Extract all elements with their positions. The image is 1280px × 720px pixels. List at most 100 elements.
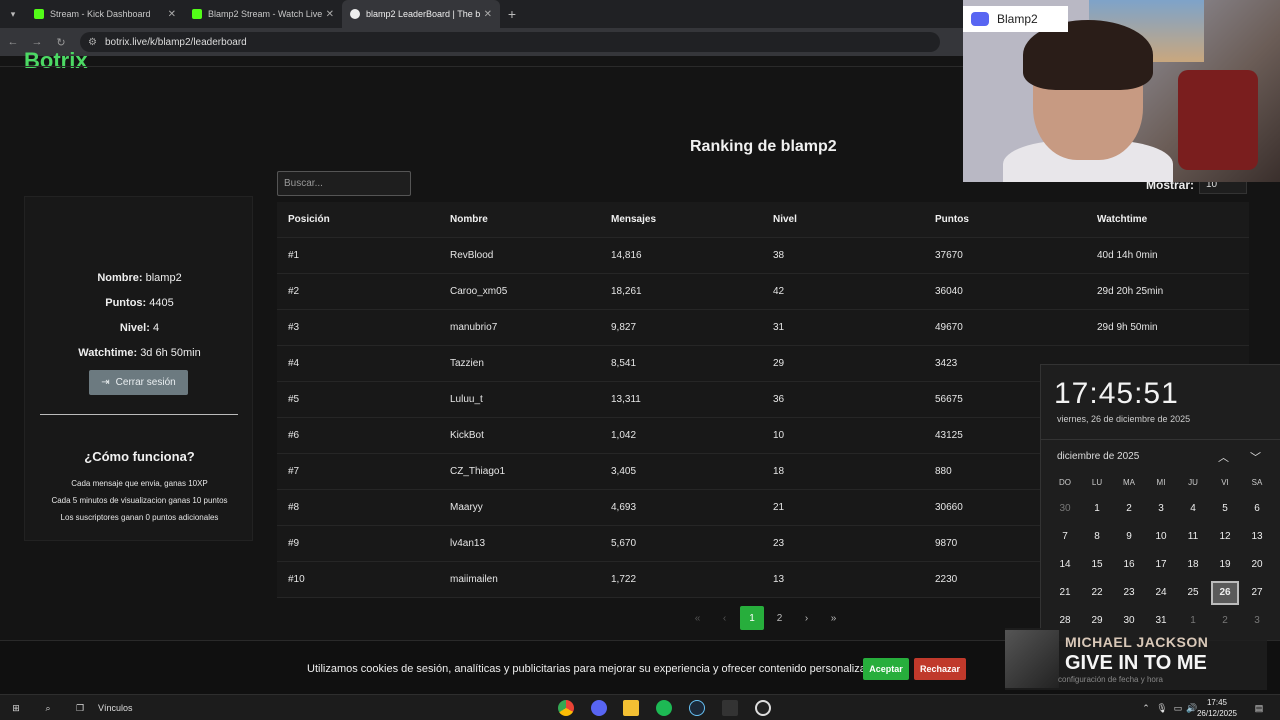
tab-search-icon[interactable]: ▾ <box>0 0 26 28</box>
discord-icon[interactable] <box>590 695 608 720</box>
prev-page-button[interactable]: ‹ <box>711 606 738 630</box>
header-position[interactable]: Posición <box>288 202 330 238</box>
calendar-day[interactable]: 20 <box>1241 553 1273 577</box>
close-icon[interactable]: ✕ <box>168 9 176 20</box>
calendar-day[interactable]: 27 <box>1241 581 1273 605</box>
tab-title: Stream - Kick Dashboard <box>50 9 151 19</box>
close-icon[interactable]: ✕ <box>326 9 334 20</box>
calendar-day[interactable]: 22 <box>1081 581 1113 605</box>
calendar-day[interactable]: 26 <box>1211 581 1239 605</box>
site-info-icon[interactable]: ⚙ <box>88 37 97 48</box>
search-icon[interactable]: ⌕ <box>38 695 58 720</box>
cell-messages: 13,311 <box>611 394 641 405</box>
links-toolbar[interactable]: Vínculos <box>98 695 133 720</box>
calendar-day[interactable]: 25 <box>1177 581 1209 605</box>
next-page-button[interactable]: › <box>793 606 820 630</box>
calendar-day[interactable]: 17 <box>1145 553 1177 577</box>
calendar-day[interactable]: 24 <box>1145 581 1177 605</box>
header-watchtime[interactable]: Watchtime <box>1097 202 1147 238</box>
close-icon[interactable]: ✕ <box>484 9 492 20</box>
forward-icon[interactable]: → <box>26 36 48 48</box>
calendar-day[interactable]: 30 <box>1049 497 1081 521</box>
calendar-day[interactable]: 3 <box>1145 497 1177 521</box>
calendar-day[interactable]: 5 <box>1209 497 1241 521</box>
calendar-day[interactable]: 18 <box>1177 553 1209 577</box>
calendar-day[interactable]: 9 <box>1113 525 1145 549</box>
weekday-label: VI <box>1221 478 1229 487</box>
header-points[interactable]: Puntos <box>935 202 969 238</box>
new-tab-button[interactable]: + <box>500 6 524 22</box>
chevron-down-icon[interactable]: ﹀ <box>1250 449 1261 465</box>
tab-blamp2-stream[interactable]: Blamp2 Stream - Watch Live on ✕ <box>184 0 342 28</box>
last-page-button[interactable]: » <box>820 606 847 630</box>
page-1-button[interactable]: 1 <box>740 606 764 630</box>
calendar-day[interactable]: 12 <box>1209 525 1241 549</box>
date-settings-link[interactable]: configuración de fecha y hora <box>1058 675 1163 684</box>
steam-icon[interactable] <box>688 695 706 720</box>
calendar-day[interactable]: 11 <box>1177 525 1209 549</box>
cell-position: #6 <box>288 430 300 441</box>
table-row[interactable]: #1 RevBlood 14,816 38 37670 40d 14h 0min <box>277 238 1249 274</box>
reload-icon[interactable]: ↻ <box>50 36 72 49</box>
reject-cookies-button[interactable]: Rechazar <box>914 658 966 680</box>
tab-kick-dashboard[interactable]: Stream - Kick Dashboard ✕ <box>26 0 184 28</box>
calendar-day[interactable]: 23 <box>1113 581 1145 605</box>
task-view-icon[interactable]: ❐ <box>70 695 90 720</box>
cell-messages: 1,042 <box>611 430 637 441</box>
cell-messages: 3,405 <box>611 466 637 477</box>
epic-games-icon[interactable] <box>721 695 739 720</box>
file-explorer-icon[interactable] <box>622 695 640 720</box>
microphone-icon[interactable]: 🎙 <box>1156 695 1168 720</box>
calendar-day[interactable]: 15 <box>1081 553 1113 577</box>
taskbar-clock[interactable]: 17:45 26/12/2025 <box>1196 697 1238 719</box>
logout-button[interactable]: ⇥ Cerrar sesión <box>89 370 188 395</box>
header-messages[interactable]: Mensajes <box>611 202 656 238</box>
table-header: Posición Nombre Mensajes Nivel Puntos Wa… <box>277 202 1249 238</box>
search-input[interactable]: Buscar... <box>277 171 411 196</box>
artist-name: MICHAEL JACKSON <box>1065 634 1209 650</box>
calendar-day[interactable]: 19 <box>1209 553 1241 577</box>
chevron-up-icon[interactable]: ⌃ <box>1140 695 1152 720</box>
table-row[interactable]: #3 manubrio7 9,827 31 49670 29d 9h 50min <box>277 310 1249 346</box>
url-field[interactable]: ⚙ botrix.live/k/blamp2/leaderboard <box>80 32 940 52</box>
first-page-button[interactable]: « <box>684 606 711 630</box>
calendar-day[interactable]: 10 <box>1145 525 1177 549</box>
calendar-day[interactable]: 8 <box>1081 525 1113 549</box>
back-icon[interactable]: ← <box>2 36 24 48</box>
table-row[interactable]: #2 Caroo_xm05 18,261 42 36040 29d 20h 25min <box>277 274 1249 310</box>
weekday-label: JU <box>1188 478 1198 487</box>
obs-icon[interactable] <box>754 695 772 720</box>
calendar-day[interactable]: 6 <box>1241 497 1273 521</box>
windows-start-icon[interactable]: ⊞ <box>6 695 26 720</box>
network-icon[interactable]: ▭ <box>1172 695 1184 720</box>
page-2-button[interactable]: 2 <box>766 606 793 630</box>
calendar-day[interactable]: 1 <box>1081 497 1113 521</box>
calendar-day[interactable]: 4 <box>1177 497 1209 521</box>
calendar-day[interactable]: 16 <box>1113 553 1145 577</box>
clock-date[interactable]: viernes, 26 de diciembre de 2025 <box>1057 414 1190 424</box>
site-logo[interactable]: Botrix <box>24 48 88 74</box>
header-level[interactable]: Nivel <box>773 202 797 238</box>
cell-messages: 14,816 <box>611 250 642 261</box>
header-name[interactable]: Nombre <box>450 202 488 238</box>
tab-leaderboard[interactable]: blamp2 LeaderBoard | The best ✕ <box>342 0 500 28</box>
chevron-up-icon[interactable]: ︿ <box>1218 449 1229 465</box>
cell-watchtime: 29d 20h 25min <box>1097 286 1164 297</box>
calendar-month[interactable]: diciembre de 2025 <box>1057 451 1139 462</box>
chrome-icon[interactable] <box>557 695 575 720</box>
discord-name-tag: Blamp2 <box>963 6 1068 32</box>
calendar-day[interactable]: 14 <box>1049 553 1081 577</box>
notifications-icon[interactable]: ▤ <box>1250 695 1268 720</box>
calendar-day[interactable]: 2 <box>1113 497 1145 521</box>
taskbar: ⊞ ⌕ ❐ Vínculos ⌃ 🎙 ▭ 🔊 17:45 26/12/2025 … <box>0 694 1280 720</box>
spotify-icon[interactable] <box>655 695 673 720</box>
accept-cookies-button[interactable]: Aceptar <box>863 658 909 680</box>
cell-messages: 8,541 <box>611 358 637 369</box>
calendar-day[interactable]: 7 <box>1049 525 1081 549</box>
calendar-day[interactable]: 13 <box>1241 525 1273 549</box>
cell-watchtime: 40d 14h 0min <box>1097 250 1158 261</box>
calendar-day[interactable]: 21 <box>1049 581 1081 605</box>
cell-name: Luluu_t <box>450 394 483 405</box>
cell-points: 56675 <box>935 394 963 405</box>
album-art <box>1005 630 1059 688</box>
